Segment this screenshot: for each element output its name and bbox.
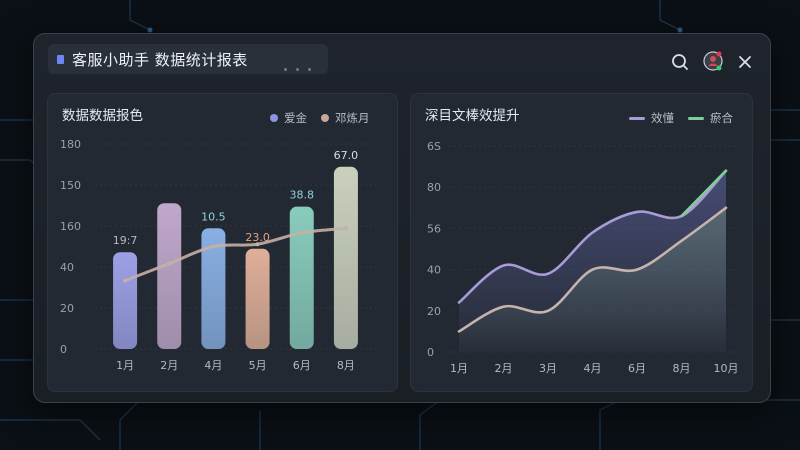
bar — [157, 203, 182, 349]
legend-label: 爱金 — [284, 111, 307, 125]
legend-marker — [688, 116, 704, 120]
data-label: 67.0 — [334, 149, 359, 162]
x-tick-label: 6月 — [293, 359, 311, 372]
legend-item[interactable]: 效懂 — [629, 110, 674, 126]
x-tick-label: 10月 — [714, 362, 739, 375]
bar-chart-legend: 爱金 邓炼月 — [270, 110, 370, 126]
legend-marker — [321, 114, 329, 122]
x-tick-label: 4月 — [584, 362, 602, 375]
x-tick-label: 3月 — [539, 362, 557, 375]
y-tick-label: 0 — [60, 343, 67, 356]
search-icon[interactable] — [669, 51, 691, 73]
series-point — [343, 226, 348, 231]
y-tick-label: 6S — [427, 140, 441, 153]
bar-chart: 0 20 40 160 150 180 1月 2月 4月 5月 6月 8月 19:7 10.5 23.0 38… — [60, 138, 376, 372]
close-icon[interactable] — [734, 51, 756, 73]
bar — [333, 166, 358, 349]
data-label: 19:7 — [113, 234, 138, 247]
legend-item[interactable]: 邓炼月 — [321, 110, 370, 126]
series-point — [167, 261, 172, 266]
x-tick-label: 5月 — [249, 359, 267, 372]
y-tick-label: 40 — [60, 261, 74, 274]
legend-label: 瘀合 — [710, 111, 733, 125]
x-tick-label: 8月 — [673, 362, 691, 375]
legend-item[interactable]: 瘀合 — [688, 110, 733, 126]
data-label: 23.0 — [245, 231, 269, 244]
bar — [113, 252, 138, 349]
y-tick-label: 20 — [60, 302, 74, 315]
x-tick-label: 8月 — [337, 359, 355, 372]
y-tick-label: 160 — [60, 220, 81, 233]
drag-handle[interactable] — [284, 68, 311, 71]
area-chart: 0 20 40 56 80 6S 1月 2月 3月 4月 6月 8月 10月 — [427, 140, 739, 375]
series-point — [211, 244, 216, 249]
y-tick-label: 56 — [427, 222, 441, 235]
legend-item[interactable]: 爱金 — [270, 110, 307, 126]
y-tick-label: 80 — [427, 181, 441, 194]
bar — [245, 248, 270, 349]
x-tick-label: 1月 — [116, 359, 134, 372]
y-tick-label: 20 — [427, 305, 441, 318]
x-tick-label: 1月 — [450, 362, 468, 375]
data-label: 38.8 — [290, 189, 315, 202]
area-chart-panel: 深目文棒效提升 效懂 瘀合 0 20 40 56 80 6S 1月 2月 3月 4月 6月 8月 10月 — [410, 93, 753, 392]
area-chart-title: 深目文棒效提升 — [425, 108, 520, 124]
x-tick-label: 4月 — [204, 359, 222, 372]
x-tick-label: 6月 — [628, 362, 646, 375]
window-title: 客服小助手 数据统计报表 — [72, 50, 248, 69]
x-tick-label: 2月 — [495, 362, 513, 375]
app-icon — [57, 54, 64, 64]
legend-label: 邓炼月 — [335, 111, 370, 125]
area-chart-legend: 效懂 瘀合 — [629, 110, 733, 126]
y-tick-label: 0 — [427, 346, 434, 359]
bar-chart-title: 数据数据报色 — [62, 108, 143, 124]
legend-marker — [629, 116, 645, 120]
data-label: 10.5 — [201, 210, 226, 223]
bar-chart-panel: 数据数据报色 爱金 邓炼月 0 20 40 160 150 180 1月 2月 4月 5月 6月 8月… — [47, 93, 398, 392]
legend-label: 效懂 — [651, 111, 674, 125]
series-point — [299, 230, 304, 235]
y-tick-label: 40 — [427, 264, 441, 277]
y-tick-label: 150 — [60, 179, 81, 192]
avatar-icon[interactable] — [702, 50, 724, 72]
bar — [289, 206, 314, 349]
series-point — [123, 278, 128, 283]
legend-marker — [270, 114, 278, 122]
x-tick-label: 2月 — [160, 359, 178, 372]
y-tick-label: 180 — [60, 138, 81, 151]
